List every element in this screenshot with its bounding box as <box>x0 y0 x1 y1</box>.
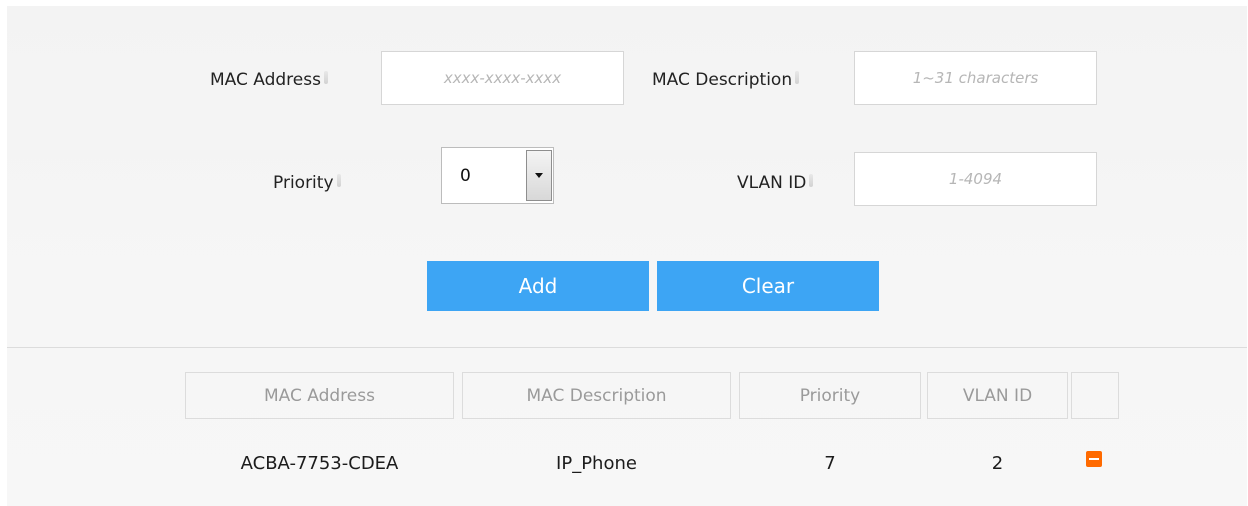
column-header-mac-address: MAC Address <box>185 372 454 419</box>
page: MAC Address MAC Description Priority 0 V… <box>7 6 1247 506</box>
delete-row-minus-icon[interactable] <box>1086 451 1102 467</box>
add-entry-form: MAC Address MAC Description Priority 0 V… <box>7 6 1247 348</box>
cell-mac-address: ACBA-7753-CDEA <box>240 452 399 474</box>
required-icon <box>336 174 341 187</box>
required-icon <box>323 71 328 84</box>
required-icon <box>795 71 800 84</box>
cell-vlan-id: 2 <box>991 452 1004 474</box>
required-icon <box>809 174 814 187</box>
mac-address-input[interactable] <box>381 51 624 105</box>
mac-address-label: MAC Address <box>210 70 328 90</box>
column-header-mac-description: MAC Description <box>462 372 731 419</box>
vlan-id-input[interactable] <box>854 152 1097 206</box>
add-button[interactable]: Add <box>427 261 649 311</box>
dropdown-arrow-icon[interactable] <box>526 150 552 201</box>
cell-priority: 7 <box>824 452 836 474</box>
mac-description-input[interactable] <box>854 51 1097 105</box>
priority-selected-value: 0 <box>460 166 471 186</box>
column-header-priority: Priority <box>739 372 921 419</box>
vlan-id-label: VLAN ID <box>737 173 814 193</box>
mac-description-label: MAC Description <box>652 70 800 90</box>
clear-button[interactable]: Clear <box>657 261 879 311</box>
cell-mac-description: IP_Phone <box>556 452 637 474</box>
divider <box>7 347 1247 348</box>
priority-label: Priority <box>273 173 341 193</box>
priority-select[interactable]: 0 <box>441 147 554 204</box>
column-header-action <box>1071 372 1119 419</box>
column-header-vlan-id: VLAN ID <box>927 372 1068 419</box>
